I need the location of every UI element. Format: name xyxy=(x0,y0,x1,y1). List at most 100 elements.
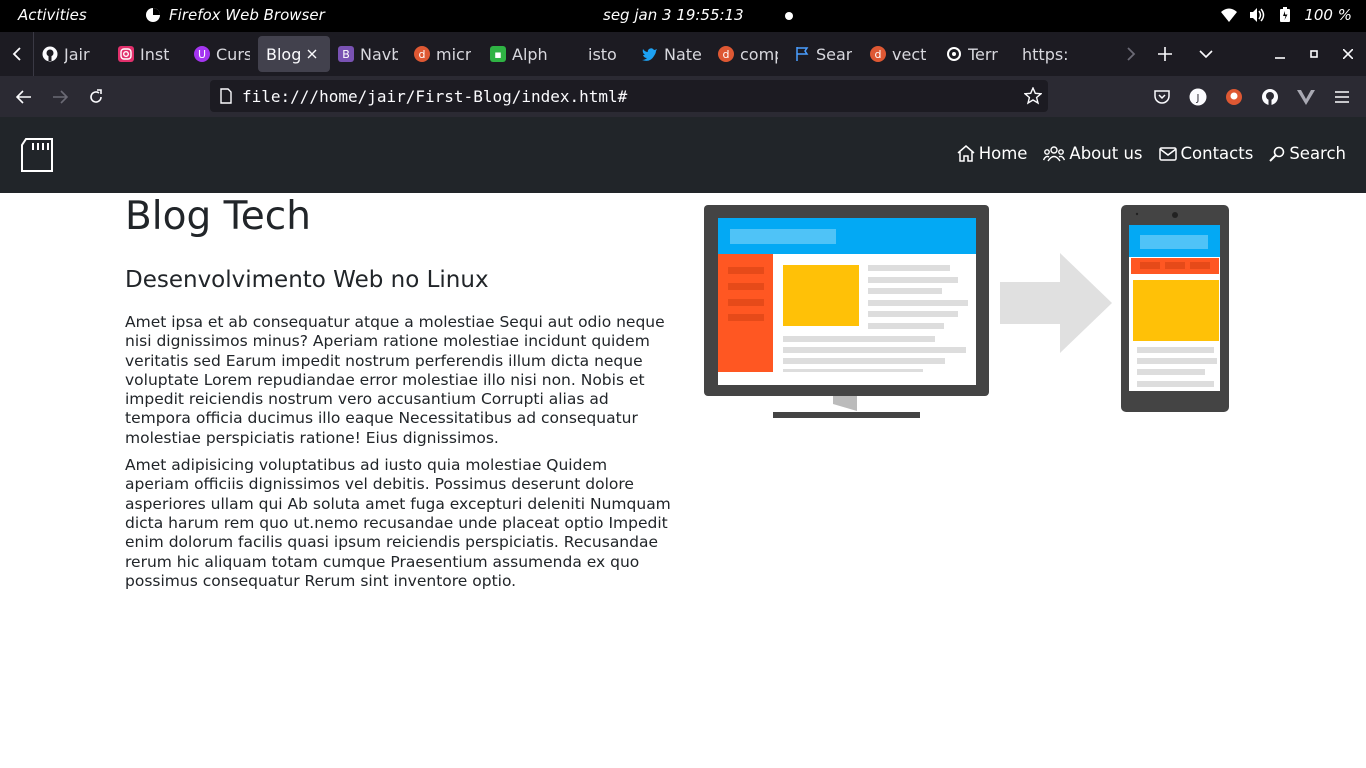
maximize-button[interactable] xyxy=(1297,32,1331,76)
tab-label: micr xyxy=(436,44,472,64)
tab-terr[interactable]: Terr xyxy=(938,36,1014,72)
main-content: Blog Tech Desenvolvimento Web no Linux A… xyxy=(125,193,675,591)
house-icon xyxy=(957,145,975,162)
tab-label: isto xyxy=(588,44,617,64)
tab-navbar[interactable]: B Navb xyxy=(330,36,406,72)
new-tab-button[interactable] xyxy=(1148,32,1182,76)
tab-instagram[interactable]: Inst xyxy=(110,36,186,72)
arrow-right-icon xyxy=(53,90,68,104)
tab-comp[interactable]: d comp xyxy=(710,36,786,72)
nav-label: Home xyxy=(978,144,1028,163)
duckduckgo-extension-button[interactable] xyxy=(1221,84,1247,110)
system-top-bar: Activities Firefox Web Browser seg jan 3… xyxy=(0,0,1366,32)
account-button[interactable]: J xyxy=(1185,84,1211,110)
chevron-down-icon xyxy=(1199,50,1213,59)
envelope-icon xyxy=(1158,146,1177,161)
tab-label: Terr xyxy=(968,44,998,64)
firefox-icon xyxy=(146,8,160,22)
paragraph: Amet ipsa et ab consequatur atque a mole… xyxy=(125,313,665,447)
duckduckgo-icon: d xyxy=(414,46,430,62)
site-navbar: Home About us Contacts Search xyxy=(0,117,1366,193)
github-extension-button[interactable] xyxy=(1257,84,1283,110)
forward-button[interactable] xyxy=(47,84,73,110)
pocket-button[interactable] xyxy=(1149,84,1175,110)
arrow-left-icon xyxy=(16,90,31,104)
tab-label: comp xyxy=(740,44,778,64)
tab-micro[interactable]: d micr xyxy=(406,36,482,72)
battery-percent: 100 % xyxy=(1304,6,1352,24)
tab-jair[interactable]: Jair xyxy=(34,36,110,72)
page-subtitle: Desenvolvimento Web no Linux xyxy=(125,267,489,293)
flag-icon xyxy=(794,46,810,62)
tab-search[interactable]: Sear xyxy=(786,36,862,72)
chevron-left-icon xyxy=(12,47,21,61)
pocket-icon xyxy=(1154,90,1170,104)
app-menu[interactable]: Firefox Web Browser xyxy=(145,6,325,24)
minimize-icon xyxy=(1275,57,1285,59)
app-name: Firefox Web Browser xyxy=(169,6,325,24)
reload-button[interactable] xyxy=(83,84,109,110)
vue-icon xyxy=(1297,90,1315,105)
tab-isto[interactable]: isto xyxy=(558,36,634,72)
tab-label: vect xyxy=(892,44,927,64)
vue-devtools-button[interactable] xyxy=(1293,84,1319,110)
hamburger-menu-icon xyxy=(1335,91,1349,103)
tab-https[interactable]: https: xyxy=(1014,36,1094,72)
svg-text:J: J xyxy=(1196,93,1200,104)
duckduckgo-icon: d xyxy=(718,46,734,62)
plus-icon xyxy=(1158,47,1172,61)
tab-label: Blog xyxy=(266,44,302,64)
notification-dot xyxy=(785,12,793,20)
battery-icon xyxy=(1276,6,1294,24)
reload-icon xyxy=(90,89,102,103)
udemy-icon: U xyxy=(194,46,210,62)
activities-button[interactable]: Activities xyxy=(18,6,87,24)
nav-home-link[interactable]: Home xyxy=(957,144,1028,163)
bookmark-star-icon[interactable] xyxy=(1024,87,1042,105)
tab-label: Navb xyxy=(360,44,398,64)
twitter-icon xyxy=(642,46,658,62)
nav-about-link[interactable]: About us xyxy=(1043,144,1143,163)
close-tab-icon[interactable] xyxy=(307,49,317,59)
nav-label: Contacts xyxy=(1180,144,1254,163)
clock[interactable]: seg jan 3 19:55:13 xyxy=(603,6,744,24)
instagram-icon xyxy=(118,46,134,62)
tab-vector[interactable]: d vect xyxy=(862,36,938,72)
paragraph: Amet adipisicing voluptatibus ad iusto q… xyxy=(125,456,671,590)
account-avatar-icon: J xyxy=(1189,88,1207,106)
tab-label: Inst xyxy=(140,44,170,64)
openai-icon xyxy=(946,46,962,62)
page-title: Blog Tech xyxy=(125,194,311,239)
system-tray[interactable]: 100 % xyxy=(1220,6,1352,24)
url-text[interactable]: file:///home/jair/First-Blog/index.html# xyxy=(242,87,627,106)
maximize-icon xyxy=(1310,50,1318,58)
tabs-scroll-left-button[interactable] xyxy=(0,32,34,76)
tab-label: Curs xyxy=(216,44,250,64)
tabs-scroll-right-button[interactable] xyxy=(1114,32,1148,76)
bootstrap-icon: B xyxy=(338,46,354,62)
minimize-button[interactable] xyxy=(1263,32,1297,76)
green-app-icon: ▪ xyxy=(490,46,506,62)
back-button[interactable] xyxy=(11,84,37,110)
tab-nate[interactable]: Nate xyxy=(634,36,710,72)
site-menu: Home About us Contacts Search xyxy=(957,144,1346,163)
people-icon xyxy=(1043,145,1066,161)
navigation-toolbar: file:///home/jair/First-Blog/index.html#… xyxy=(0,76,1366,117)
list-all-tabs-button[interactable] xyxy=(1189,32,1223,76)
app-menu-button[interactable] xyxy=(1329,84,1355,110)
nav-search-link[interactable]: Search xyxy=(1269,144,1346,163)
duckduckgo-icon xyxy=(1226,89,1242,105)
url-bar[interactable]: file:///home/jair/First-Blog/index.html# xyxy=(210,80,1048,112)
nav-contacts-link[interactable]: Contacts xyxy=(1158,144,1254,163)
sd-card-logo-icon[interactable] xyxy=(20,137,54,173)
tab-blog[interactable]: Blog xyxy=(258,36,330,72)
tab-label: https: xyxy=(1022,44,1069,64)
nav-label: Search xyxy=(1289,144,1346,163)
close-window-button[interactable] xyxy=(1331,32,1365,76)
page-icon xyxy=(220,88,232,104)
wifi-icon xyxy=(1220,6,1238,24)
responsive-design-illustration xyxy=(704,205,1229,418)
tab-cursos[interactable]: U Curs xyxy=(186,36,258,72)
tab-alpha[interactable]: ▪ Alph xyxy=(482,36,558,72)
close-icon xyxy=(1343,49,1353,59)
